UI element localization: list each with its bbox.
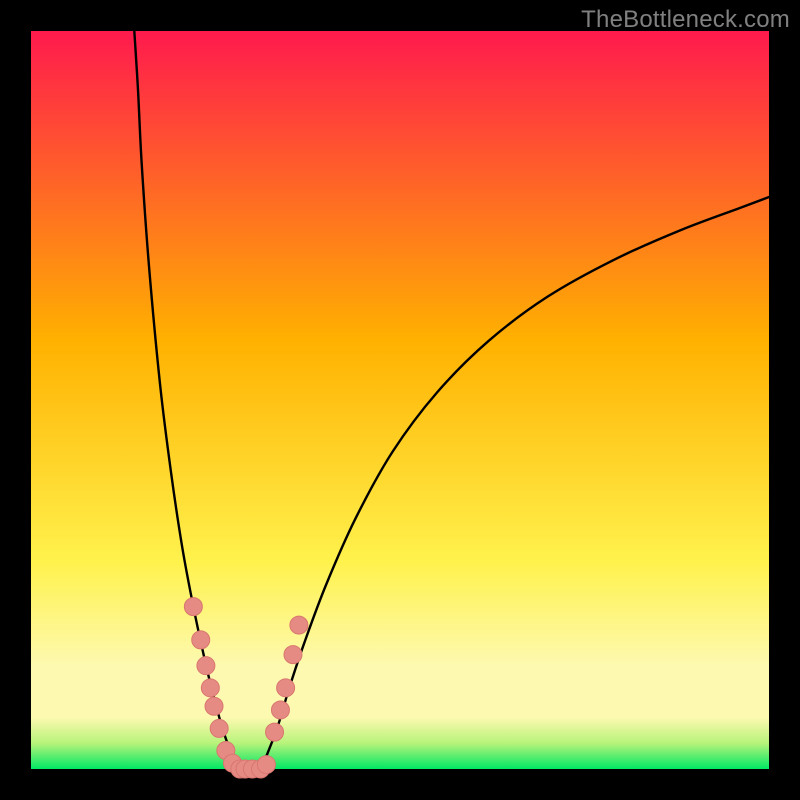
data-marker: [290, 616, 308, 634]
data-marker: [184, 598, 202, 616]
chart-container: TheBottleneck.com: [0, 0, 800, 800]
data-marker: [197, 657, 215, 675]
data-marker: [257, 756, 275, 774]
data-marker: [266, 723, 284, 741]
bottleneck-curve-chart: [0, 0, 800, 800]
data-marker: [205, 697, 223, 715]
data-marker: [210, 719, 228, 737]
data-marker: [271, 701, 289, 719]
data-marker: [201, 679, 219, 697]
plot-area: [31, 31, 769, 769]
data-marker: [277, 679, 295, 697]
watermark-text: TheBottleneck.com: [581, 6, 790, 34]
data-marker: [192, 631, 210, 649]
data-marker: [284, 646, 302, 664]
